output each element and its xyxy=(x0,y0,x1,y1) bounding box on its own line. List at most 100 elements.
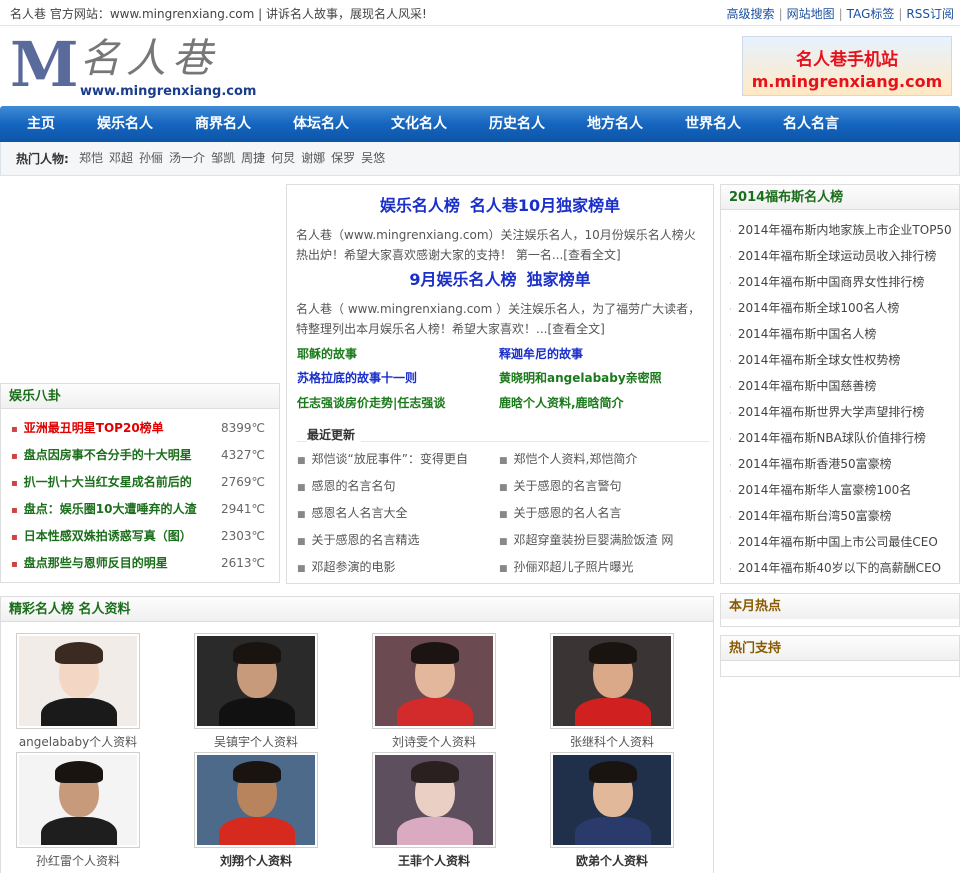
forbes-link[interactable]: 2014年福布斯中国慈善榜 xyxy=(738,379,877,393)
celebrity-photo[interactable] xyxy=(194,752,318,848)
celebrity-photo[interactable] xyxy=(16,633,140,729)
nav-home[interactable]: 主页 xyxy=(27,106,55,142)
forbes-item[interactable]: · 2014年福布斯全球运动员收入排行榜 xyxy=(729,243,959,269)
celebrity-card[interactable]: 刘诗雯个人资料 xyxy=(369,633,499,750)
forbes-item[interactable]: · 2014年福布斯中国名人榜 xyxy=(729,321,959,347)
hot-person-link[interactable]: 保罗 xyxy=(331,151,355,165)
celebrity-card[interactable]: angelababy个人资料 xyxy=(13,633,143,750)
story-link[interactable]: 耶稣的故事 xyxy=(297,345,357,362)
forbes-item[interactable]: · 2014年福布斯NBA球队价值排行榜 xyxy=(729,425,959,451)
forbes-link[interactable]: 2014年福布斯全球运动员收入排行榜 xyxy=(738,249,937,263)
ent-gossip-item[interactable]: ▪ 盘点那些与恩师反目的明星 2613℃ xyxy=(11,550,279,577)
ent-gossip-item[interactable]: ▪ 盘点：娱乐圈10大遭唾弃的人渣 2941℃ xyxy=(11,496,279,523)
nav-world[interactable]: 世界名人 xyxy=(685,106,741,142)
story-link[interactable]: 黄晓明和angelababy亲密照 xyxy=(499,369,662,386)
latest-update-item[interactable]: ■ 感恩的名言名句 xyxy=(297,477,497,494)
forbes-item[interactable]: · 2014年福布斯中国商界女性排行榜 xyxy=(729,269,959,295)
celebrity-card[interactable]: 张继科个人资料 xyxy=(547,633,677,750)
latest-update-link[interactable]: 关于感恩的名言警句 xyxy=(514,479,622,493)
celebrity-caption[interactable]: 张继科个人资料 xyxy=(547,733,677,750)
forbes-link[interactable]: 2014年福布斯全球100名人榜 xyxy=(738,301,899,315)
latest-update-item[interactable]: ■ 邓超穿童装扮巨婴满脸饭渣 网 xyxy=(499,531,699,548)
latest-update-item[interactable]: ■ 邓超参演的电影 xyxy=(297,558,497,575)
forbes-item[interactable]: · 2014年福布斯中国慈善榜 xyxy=(729,373,959,399)
latest-update-link[interactable]: 关于感恩的名人名言 xyxy=(514,506,622,520)
celebrity-caption[interactable]: 吴镇宇个人资料 xyxy=(191,733,321,750)
nav-culture[interactable]: 文化名人 xyxy=(391,106,447,142)
hot-person-link[interactable]: 孙俪 xyxy=(139,151,163,165)
celebrity-caption[interactable]: angelababy个人资料 xyxy=(13,733,143,750)
celebrity-photo[interactable] xyxy=(372,752,496,848)
hot-person-link[interactable]: 郑恺 xyxy=(79,151,103,165)
hot-person-link[interactable]: 汤一介 xyxy=(169,151,205,165)
latest-update-link[interactable]: 孙俪邓超儿子照片曝光 xyxy=(514,560,634,574)
tag-link[interactable]: TAG标签 xyxy=(847,7,895,21)
nav-business[interactable]: 商界名人 xyxy=(195,106,251,142)
story-link[interactable]: 鹿晗个人资料,鹿晗简介 xyxy=(499,394,624,411)
forbes-link[interactable]: 2014年福布斯全球女性权势榜 xyxy=(738,353,901,367)
celebrity-photo[interactable] xyxy=(372,633,496,729)
ent-gossip-item[interactable]: ▪ 盘点因房事不合分手的十大明星 4327℃ xyxy=(11,442,279,469)
celebrity-caption[interactable]: 刘翔个人资料 xyxy=(191,852,321,869)
forbes-link[interactable]: 2014年福布斯40岁以下的高薪酬CEO xyxy=(738,561,941,575)
latest-update-item[interactable]: ■ 郑恺谈“放屁事件”：变得更自 xyxy=(297,450,497,467)
celebrity-caption[interactable]: 王菲个人资料 xyxy=(369,852,499,869)
latest-update-link[interactable]: 感恩名人名言大全 xyxy=(312,506,408,520)
latest-update-item[interactable]: ■ 关于感恩的名人名言 xyxy=(499,504,699,521)
latest-update-item[interactable]: ■ 郑恺个人资料,郑恺简介 xyxy=(499,450,699,467)
ent-gossip-link[interactable]: 日本性感双姝拍诱惑写真（图） xyxy=(24,529,192,543)
hot-person-link[interactable]: 邹凯 xyxy=(211,151,235,165)
rss-link[interactable]: RSS订阅 xyxy=(906,7,954,21)
latest-update-link[interactable]: 郑恺个人资料,郑恺简介 xyxy=(514,452,638,466)
nav-entertainment[interactable]: 娱乐名人 xyxy=(97,106,153,142)
celebrity-card[interactable]: 刘翔个人资料 xyxy=(191,752,321,869)
ent-gossip-link[interactable]: 盘点：娱乐圈10大遭唾弃的人渣 xyxy=(24,502,197,516)
forbes-link[interactable]: 2014年福布斯香港50富豪榜 xyxy=(738,457,892,471)
ent-gossip-item[interactable]: ▪ 亚洲最丑明星TOP20榜单 8399℃ xyxy=(11,415,279,442)
latest-update-link[interactable]: 郑恺谈“放屁事件”：变得更自 xyxy=(312,452,468,466)
ent-gossip-link[interactable]: 扒一扒十大当红女星成名前后的 xyxy=(24,475,192,489)
celebrity-caption[interactable]: 欧弟个人资料 xyxy=(547,852,677,869)
latest-update-item[interactable]: ■ 孙俪邓超儿子照片曝光 xyxy=(499,558,699,575)
story-link[interactable]: 释迦牟尼的故事 xyxy=(499,345,583,362)
celebrity-photo[interactable] xyxy=(194,633,318,729)
latest-update-link[interactable]: 邓超穿童装扮巨婴满脸饭渣 网 xyxy=(514,533,674,547)
celebrity-photo[interactable] xyxy=(550,752,674,848)
forbes-item[interactable]: · 2014年福布斯全球女性权势榜 xyxy=(729,347,959,373)
hot-person-link[interactable]: 邓超 xyxy=(109,151,133,165)
ent-gossip-item[interactable]: ▪ 日本性感双姝拍诱惑写真（图） 2303℃ xyxy=(11,523,279,550)
nav-history[interactable]: 历史名人 xyxy=(489,106,545,142)
ent-gossip-link[interactable]: 盘点因房事不合分手的十大明星 xyxy=(24,448,192,462)
celebrity-caption[interactable]: 孙红雷个人资料 xyxy=(13,852,143,869)
forbes-item[interactable]: · 2014年福布斯全球100名人榜 xyxy=(729,295,959,321)
hot-person-link[interactable]: 谢娜 xyxy=(301,151,325,165)
site-logo[interactable]: M 名人巷 www.mingrenxiang.com xyxy=(10,34,256,102)
forbes-item[interactable]: · 2014年福布斯世界大学声望排行榜 xyxy=(729,399,959,425)
ent-gossip-link[interactable]: 盘点那些与恩师反目的明星 xyxy=(24,556,168,570)
forbes-link[interactable]: 2014年福布斯台湾50富豪榜 xyxy=(738,509,892,523)
forbes-link[interactable]: 2014年福布斯NBA球队价值排行榜 xyxy=(738,431,926,445)
headline-1[interactable]: 娱乐名人榜 名人巷10月独家榜单 xyxy=(287,195,713,217)
celebrity-caption[interactable]: 刘诗雯个人资料 xyxy=(369,733,499,750)
celebrity-photo[interactable] xyxy=(550,633,674,729)
story-link[interactable]: 苏格拉底的故事十一则 xyxy=(297,369,417,386)
forbes-item[interactable]: · 2014年福布斯中国上市公司最佳CEO xyxy=(729,529,959,555)
forbes-item[interactable]: · 2014年福布斯香港50富豪榜 xyxy=(729,451,959,477)
celebrity-photo[interactable] xyxy=(16,752,140,848)
nav-sports[interactable]: 体坛名人 xyxy=(293,106,349,142)
forbes-link[interactable]: 2014年福布斯中国商界女性排行榜 xyxy=(738,275,925,289)
site-map-link[interactable]: 网站地图 xyxy=(787,7,835,21)
hot-person-link[interactable]: 周捷 xyxy=(241,151,265,165)
forbes-link[interactable]: 2014年福布斯世界大学声望排行榜 xyxy=(738,405,925,419)
ent-gossip-link[interactable]: 亚洲最丑明星TOP20榜单 xyxy=(24,421,164,435)
forbes-item[interactable]: · 2014年福布斯内地家族上市企业TOP50 xyxy=(729,217,959,243)
forbes-link[interactable]: 2014年福布斯内地家族上市企业TOP50 xyxy=(738,223,952,237)
nav-quotes[interactable]: 名人名言 xyxy=(783,106,839,142)
celebrity-card[interactable]: 王菲个人资料 xyxy=(369,752,499,869)
forbes-item[interactable]: · 2014年福布斯40岁以下的高薪酬CEO xyxy=(729,555,959,581)
latest-update-link[interactable]: 邓超参演的电影 xyxy=(312,560,396,574)
latest-update-item[interactable]: ■ 关于感恩的名言警句 xyxy=(499,477,699,494)
latest-update-item[interactable]: ■ 感恩名人名言大全 xyxy=(297,504,497,521)
forbes-link[interactable]: 2014年福布斯华人富豪榜100名 xyxy=(738,483,911,497)
advanced-search-link[interactable]: 高级搜索 xyxy=(727,7,775,21)
